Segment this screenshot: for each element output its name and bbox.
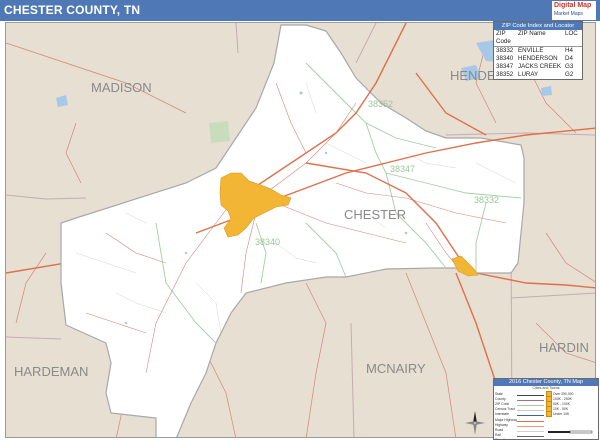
legend-item-label: 10K - 50K — [553, 407, 569, 412]
logo-subtext: Market Maps — [554, 11, 583, 17]
legend-item-label: Census Tract — [495, 407, 515, 412]
legend-item: County — [494, 396, 546, 401]
legend-item-label: Under 10K — [553, 412, 570, 417]
map-svg: MADISON HENDERSON CHESTER HARDEMAN MCNAI… — [6, 23, 595, 437]
zip-index-cell: 38347 — [496, 63, 514, 70]
zip-index-header: ZIP Code ZIP Name LOC — [494, 30, 582, 47]
legend-symbol-icon — [517, 418, 544, 422]
legend-item-label: Highway — [495, 422, 509, 427]
legend-item-label: County — [495, 396, 506, 401]
legend-item: Road — [494, 427, 546, 432]
legend-item: Elevation — [494, 438, 546, 439]
logo-text: Digital Map — [554, 2, 592, 9]
county-label-hardeman: HARDEMAN — [14, 364, 88, 379]
zip-index-cell: LURAY — [518, 71, 539, 78]
legend-item: Major Highway — [494, 417, 546, 422]
legend-symbol-icon — [517, 402, 544, 406]
legend-item-label: Interstate — [495, 412, 510, 417]
legend-item-label: Over 250,000 — [553, 391, 574, 396]
legend-symbol-icon — [517, 392, 544, 396]
legend-item-label: State — [495, 391, 503, 396]
zip-index-cell: 38352 — [496, 71, 514, 78]
map-frame: CHESTER COUNTY, TN Digital Map Market Ma… — [0, 0, 600, 442]
zip-label-38347: 38347 — [390, 164, 415, 174]
zip-index-row: 38340 HENDERSON D4 — [494, 55, 582, 63]
legend-item-label: Rail — [495, 433, 501, 438]
zip-index-row: 38347 JACKS CREEK G3 — [494, 63, 582, 71]
zip-index-cell: JACKS CREEK — [518, 63, 561, 70]
legend-item: State — [494, 391, 546, 396]
legend-symbol-icon — [546, 418, 573, 421]
legend-item-label: 50K - 100K — [553, 401, 570, 406]
legend-item: Highway — [494, 422, 546, 427]
publisher-logo: Digital Map Market Maps — [552, 1, 596, 20]
legend-title: 2016 Chester County, TN Map — [494, 379, 598, 386]
zip-index-cell: 38340 — [496, 55, 514, 62]
legend-symbol-icon — [517, 412, 544, 417]
zip-index-cell: G2 — [565, 71, 574, 78]
zip-index-row: 38352 LURAY G2 — [494, 71, 582, 79]
legend-symbol-icon — [517, 397, 544, 401]
title-bar: CHESTER COUNTY, TN Digital Map Market Ma… — [0, 0, 600, 21]
legend-item: ZIP Code — [494, 401, 546, 406]
legend-symbol-icon — [517, 407, 544, 412]
park-area — [209, 121, 230, 143]
legend-item-label: ZIP Code — [495, 401, 510, 406]
scale-bar-icon — [548, 430, 593, 434]
legend-symbol-icon — [517, 433, 544, 438]
county-label-madison: MADISON — [91, 80, 152, 95]
legend-item — [546, 438, 598, 440]
legend-symbol-icon — [546, 411, 552, 418]
legend-item: Interstate — [494, 412, 546, 417]
legend-item-label: Road — [495, 427, 504, 432]
legend-symbol-icon — [517, 438, 544, 439]
legend-item: Census Tract — [494, 407, 546, 412]
legend-symbol-icon — [517, 428, 544, 432]
zip-label-38340: 38340 — [255, 237, 280, 247]
zip-index-cell: D4 — [565, 55, 573, 62]
zip-index-header-cell: ZIP Name — [518, 30, 546, 37]
zip-index-title: ZIP Code Index and Locator — [494, 22, 582, 30]
legend-item-label: Elevation — [494, 438, 517, 439]
legend-left-column: State County ZIP Code Census Tract Interstat… — [494, 391, 546, 439]
zip-index-cell: HENDERSON — [518, 55, 558, 62]
legend-symbol-icon — [517, 423, 544, 427]
zip-index-cell: ENVILLE — [518, 47, 544, 54]
legend-item-label: Major Highway — [495, 417, 517, 422]
legend-symbol-icon — [546, 423, 573, 426]
zip-index-cell: G3 — [565, 63, 574, 70]
map-title: CHESTER COUNTY, TN — [4, 3, 141, 17]
zip-index-cell: 38332 — [496, 47, 514, 54]
compass-rose-icon — [465, 411, 485, 435]
zip-index-cell: H4 — [565, 47, 573, 54]
zip-code-index: ZIP Code Index and Locator ZIP Code ZIP … — [493, 21, 583, 80]
zip-label-38352: 38352 — [368, 99, 393, 109]
county-label-hardin: HARDIN — [539, 340, 589, 355]
county-label-chester: CHESTER — [344, 207, 406, 222]
map-canvas[interactable]: MADISON HENDERSON CHESTER HARDEMAN MCNAI… — [5, 22, 596, 438]
legend-item: Rail — [494, 433, 546, 438]
zip-index-row: 38332 ENVILLE H4 — [494, 47, 582, 55]
zip-index-header-cell: LOC — [565, 30, 578, 37]
county-label-mcnairy: MCNAIRY — [366, 361, 426, 376]
legend-item-label: 100K - 250K — [553, 396, 572, 401]
legend-symbol-icon — [546, 439, 573, 440]
zip-label-38332: 38332 — [474, 195, 499, 205]
zip-index-header-cell: ZIP Code — [496, 30, 511, 45]
